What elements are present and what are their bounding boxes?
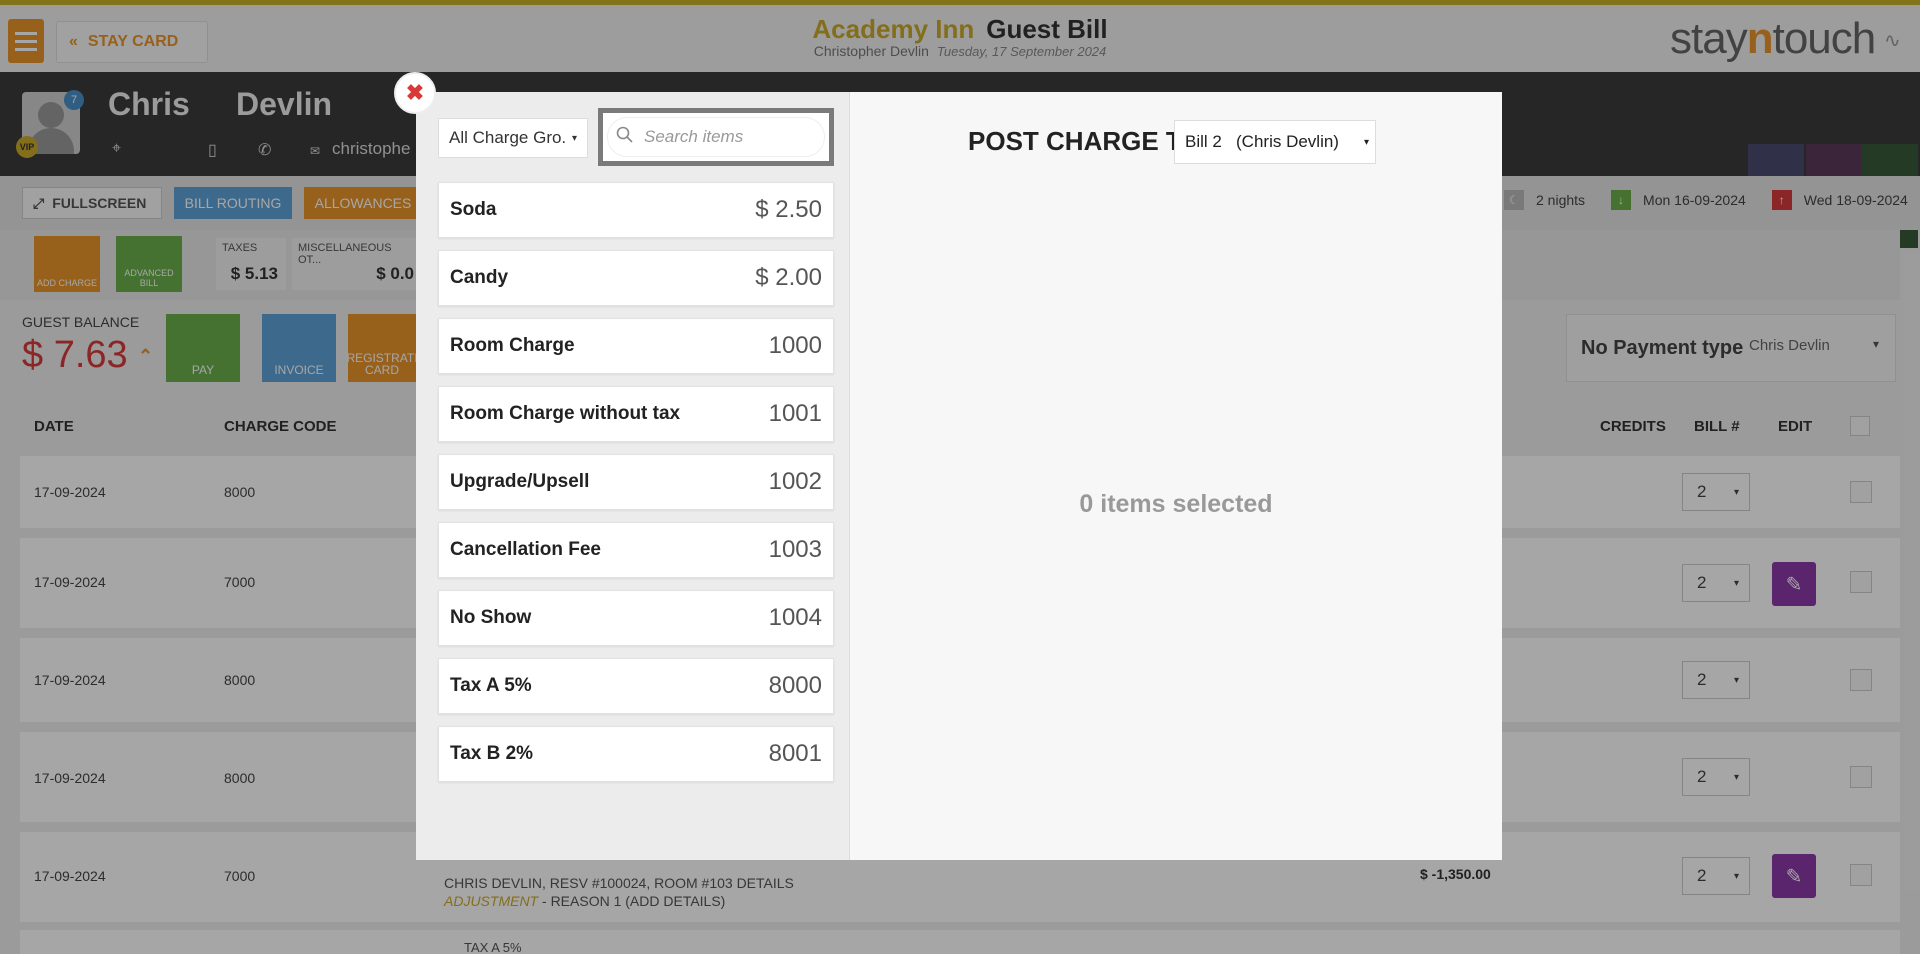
charge-item-price: $ 2.00 xyxy=(755,264,822,291)
charge-item[interactable]: Soda $ 2.50 xyxy=(438,182,834,238)
search-icon xyxy=(616,126,634,149)
charge-item-code: 1001 xyxy=(768,400,822,427)
bill-select[interactable]: Bill 2 (Chris Devlin) ▾ xyxy=(1174,120,1376,164)
charge-item-code: 1003 xyxy=(768,536,822,563)
chevron-down-icon: ▾ xyxy=(571,132,577,144)
charge-item-code: 8001 xyxy=(768,740,822,767)
charge-item[interactable]: Room Charge 1000 xyxy=(438,318,834,374)
charge-item-name: Candy xyxy=(450,267,509,288)
charge-item[interactable]: Room Charge without tax 1001 xyxy=(438,386,834,442)
charge-item-name: Soda xyxy=(450,199,497,220)
post-charge-modal: All Charge Gro. ▾ Soda $ 2.50 Candy $ 2.… xyxy=(416,92,1502,860)
charge-item[interactable]: No Show 1004 xyxy=(438,590,834,646)
charge-item-name: Room Charge without tax xyxy=(450,403,681,424)
charge-item[interactable]: Candy $ 2.00 xyxy=(438,250,834,306)
bill-select-value: Bill 2 (Chris Devlin) xyxy=(1185,132,1339,151)
charge-item[interactable]: Upgrade/Upsell 1002 xyxy=(438,454,834,510)
charge-item[interactable]: Tax A 5% 8000 xyxy=(438,658,834,714)
charge-item-code: 1004 xyxy=(768,604,822,631)
search-box[interactable] xyxy=(607,117,825,157)
search-field xyxy=(598,108,834,166)
charge-item-name: No Show xyxy=(450,607,532,628)
charge-group-value: All Charge Gro. xyxy=(449,128,567,147)
charge-item[interactable]: Tax B 2% 8001 xyxy=(438,726,834,782)
charge-item-code: 1000 xyxy=(768,332,822,359)
post-charge-pane: POST CHARGE TO Bill 2 (Chris Devlin) ▾ 0… xyxy=(850,92,1502,860)
charge-item-name: Room Charge xyxy=(450,335,575,356)
chevron-down-icon: ▾ xyxy=(1363,136,1369,148)
search-input[interactable] xyxy=(644,127,804,147)
selected-items-count: 0 items selected xyxy=(1079,490,1273,518)
close-icon[interactable]: ✖ xyxy=(394,72,436,114)
charge-items-pane: All Charge Gro. ▾ Soda $ 2.50 Candy $ 2.… xyxy=(416,92,850,860)
charge-item-price: $ 2.50 xyxy=(755,196,822,223)
charge-item-name: Tax B 2% xyxy=(450,743,534,764)
charge-item[interactable]: Cancellation Fee 1003 xyxy=(438,522,834,578)
charge-group-select[interactable]: All Charge Gro. ▾ xyxy=(438,118,588,158)
charge-item-code: 8000 xyxy=(768,672,822,699)
charge-item-code: 1002 xyxy=(768,468,822,495)
charge-item-name: Upgrade/Upsell xyxy=(450,471,590,492)
charge-item-name: Tax A 5% xyxy=(450,675,532,696)
charge-item-name: Cancellation Fee xyxy=(450,539,601,560)
post-charge-to-label: POST CHARGE TO xyxy=(968,126,1202,156)
